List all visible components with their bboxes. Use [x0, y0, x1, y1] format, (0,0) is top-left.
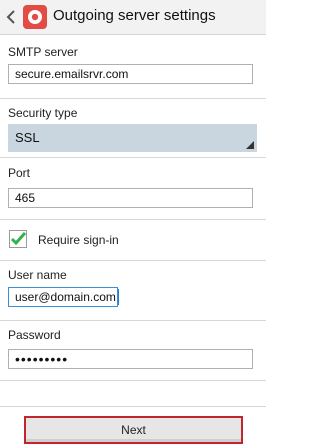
divider: [0, 219, 266, 220]
security-type-label: Security type: [8, 106, 78, 120]
smtp-server-label: SMTP server: [8, 45, 78, 59]
require-signin-label: Require sign-in: [38, 233, 119, 247]
port-label: Port: [8, 166, 31, 180]
divider: [0, 260, 266, 261]
user-name-input[interactable]: user@domain.com: [8, 287, 118, 307]
password-input[interactable]: •••••••••: [8, 349, 253, 369]
text-cursor: [118, 289, 119, 305]
divider: [0, 406, 266, 407]
user-name-value: user@domain.com: [15, 290, 116, 304]
smtp-server-input[interactable]: secure.emailsrvr.com: [8, 64, 253, 84]
require-signin-checkbox[interactable]: [9, 230, 27, 248]
dropdown-corner-icon: [246, 141, 254, 149]
divider: [0, 157, 266, 158]
next-button[interactable]: Next: [24, 416, 243, 444]
email-app-icon[interactable]: [23, 5, 47, 29]
divider: [0, 320, 266, 321]
divider: [0, 380, 266, 381]
password-label: Password: [8, 328, 61, 342]
user-name-label: User name: [8, 268, 67, 282]
page-title: Outgoing server settings: [53, 7, 216, 24]
back-chevron-icon[interactable]: [5, 8, 17, 26]
port-input[interactable]: 465: [8, 188, 253, 208]
action-bar: Outgoing server settings: [0, 0, 266, 35]
divider: [0, 98, 266, 99]
security-type-select[interactable]: SSL: [8, 124, 257, 152]
security-type-value: SSL: [15, 130, 40, 145]
